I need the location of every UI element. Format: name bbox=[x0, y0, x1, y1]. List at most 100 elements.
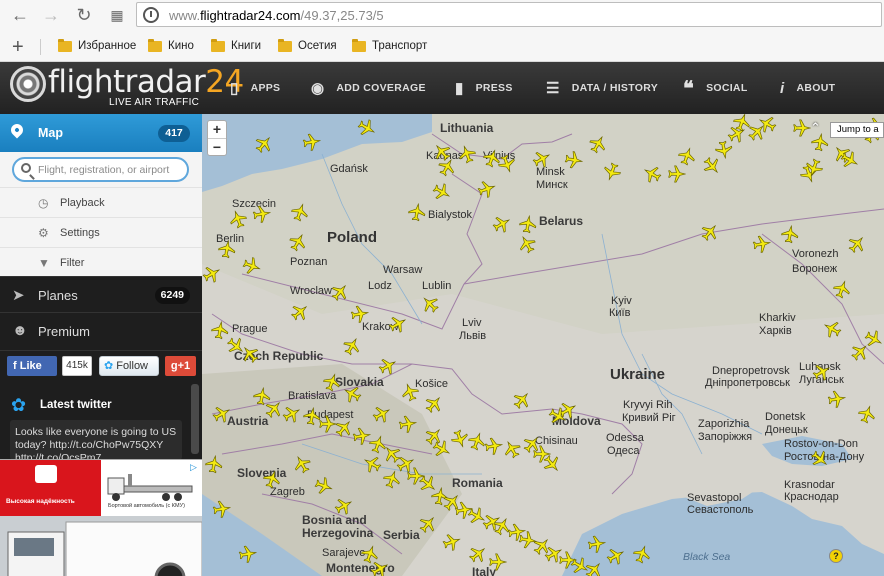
map-label: Dnepropetrovsk bbox=[712, 365, 790, 377]
bookmark-folder[interactable]: Кино bbox=[148, 38, 194, 52]
map-label: Italy bbox=[472, 565, 496, 576]
search-input[interactable] bbox=[38, 161, 186, 179]
map-label: Одеса bbox=[607, 445, 640, 457]
sidebar-item-premium[interactable]: ☻ Premium bbox=[0, 312, 202, 348]
map-label: Krasnodar bbox=[784, 479, 835, 491]
address-bar[interactable]: www.flightradar24.com/49.37,25.73/5 bbox=[136, 2, 882, 27]
filter-icon: ▼ bbox=[38, 256, 50, 270]
collapse-chevron-icon[interactable]: ⌃ bbox=[810, 120, 821, 136]
map-label: Poland bbox=[327, 229, 377, 246]
map-label: Herzegovina bbox=[302, 526, 374, 540]
folder-icon bbox=[211, 38, 225, 52]
map-label: Black Sea bbox=[683, 551, 730, 563]
map-label: Sevastopol bbox=[687, 492, 741, 504]
bookmark-folder[interactable]: Транспорт bbox=[352, 38, 427, 52]
map-label: Gdańsk bbox=[330, 163, 368, 175]
nav-apps[interactable]: ▯ APPS bbox=[230, 62, 280, 114]
map-label: Запоріжжя bbox=[698, 431, 752, 443]
map-label: Serbia bbox=[383, 528, 420, 542]
twitter-follow-button[interactable]: ✿ Follow bbox=[99, 356, 159, 376]
map-label: Львів bbox=[459, 330, 486, 342]
phone-icon: ▯ bbox=[230, 80, 239, 97]
nav-add-coverage[interactable]: ◉ ADD COVERAGE bbox=[311, 62, 426, 114]
cursor-arrow-icon: ➤ bbox=[12, 287, 25, 304]
map-label: Kryvyi Rih bbox=[623, 399, 673, 411]
sidebar-item-map[interactable]: Map 417 bbox=[0, 114, 202, 152]
reload-icon[interactable]: ↻ bbox=[73, 5, 95, 25]
bookmark-folder[interactable]: Осетия bbox=[278, 38, 337, 52]
bookmarks-bar: + Избранное Кино Книги Осетия Транспорт bbox=[0, 33, 884, 61]
map-label: Poznan bbox=[290, 256, 327, 268]
map-label: Wroclaw bbox=[290, 285, 332, 297]
advertisement-banner[interactable]: Высокая надёжность Бортовой автомобиль (… bbox=[0, 459, 202, 576]
map-label: Chisinau bbox=[535, 435, 578, 447]
facebook-like-count: 415k bbox=[62, 356, 92, 376]
site-logo[interactable]: flightradar24 bbox=[48, 64, 244, 100]
google-plus-button[interactable]: g+1 bbox=[165, 356, 196, 376]
brand-logo bbox=[35, 465, 57, 483]
map-label: Donetsk bbox=[765, 411, 806, 423]
map-label: Севастополь bbox=[687, 504, 754, 516]
sidebar-scrollbar[interactable] bbox=[191, 384, 199, 454]
map-label: Краснодар bbox=[784, 491, 839, 503]
map-label: Lodz bbox=[368, 280, 392, 292]
page-info-icon[interactable] bbox=[143, 7, 159, 23]
sidebar-item-settings[interactable]: ⚙ Settings bbox=[0, 217, 202, 247]
nav-data-history[interactable]: ☰ DATA / HISTORY bbox=[546, 62, 658, 114]
bookmark-folder[interactable]: Избранное bbox=[58, 38, 136, 52]
sidebar-item-playback[interactable]: ◷ Playback bbox=[0, 187, 202, 217]
speech-bubble-icon: ▮ bbox=[455, 80, 464, 97]
map-canvas[interactable]: LithuaniaKaunasVilniusMinskМинскGdańskSz… bbox=[202, 114, 884, 576]
map-label: Warsaw bbox=[383, 264, 422, 276]
jump-to-button[interactable]: Jump to a bbox=[830, 122, 884, 138]
help-icon[interactable]: ? bbox=[829, 549, 843, 563]
map-label: Sarajevo bbox=[322, 547, 365, 559]
map-label: Romania bbox=[452, 476, 503, 490]
flight-map[interactable]: LithuaniaKaunasVilniusMinskМинскGdańskSz… bbox=[202, 114, 884, 576]
nav-about[interactable]: i ABOUT bbox=[780, 62, 835, 114]
sidebar-item-planes[interactable]: ➤ Planes 6249 bbox=[0, 276, 202, 312]
search-field[interactable] bbox=[12, 157, 189, 182]
map-label: Belarus bbox=[539, 214, 583, 228]
box-truck-image bbox=[0, 516, 202, 576]
map-label: Bialystok bbox=[428, 209, 473, 221]
browser-toolbar: ← → ↻ ▦ www.flightradar24.com/49.37,25.7… bbox=[0, 0, 884, 62]
ad-info-icon[interactable]: ▷ bbox=[190, 462, 197, 473]
bookmark-folder[interactable]: Книги bbox=[211, 38, 261, 52]
map-label: Slovenia bbox=[237, 466, 287, 480]
twitter-bird-icon: ✿ bbox=[11, 395, 27, 415]
radar-logo-icon[interactable] bbox=[10, 66, 46, 102]
zoom-out-button[interactable]: − bbox=[208, 138, 226, 155]
map-label: Кривий Ріг bbox=[622, 412, 676, 424]
map-pin-icon bbox=[8, 121, 26, 139]
nav-press[interactable]: ▮ PRESS bbox=[455, 62, 513, 114]
gear-icon: ⚙ bbox=[38, 226, 49, 240]
map-label: Austria bbox=[227, 414, 269, 428]
add-bookmark-icon[interactable]: + bbox=[12, 36, 24, 59]
back-icon[interactable]: ← bbox=[9, 5, 31, 25]
facebook-like-button[interactable]: f Like bbox=[7, 356, 57, 376]
map-label: Minsk bbox=[536, 166, 565, 178]
zoom-control[interactable]: + − bbox=[207, 120, 227, 156]
map-label: Воронеж bbox=[792, 263, 838, 275]
map-label: Zaporizhia bbox=[698, 418, 750, 430]
apps-grid-icon[interactable]: ▦ bbox=[106, 5, 128, 25]
map-label: Slovakia bbox=[335, 375, 384, 389]
nav-social[interactable]: ❝ SOCIAL bbox=[683, 62, 748, 114]
info-icon: i bbox=[780, 79, 785, 97]
map-label: Prague bbox=[232, 323, 267, 335]
search-icon bbox=[21, 163, 31, 173]
map-label: Lithuania bbox=[440, 121, 494, 135]
forward-icon[interactable]: → bbox=[40, 5, 62, 25]
map-label: Košice bbox=[415, 378, 448, 390]
url-text[interactable]: www.flightradar24.com/49.37,25.73/5 bbox=[169, 8, 384, 23]
map-count-badge: 417 bbox=[158, 125, 190, 142]
tweet-text[interactable]: Looks like everyone is going to US today… bbox=[10, 420, 182, 460]
sidebar-item-filter[interactable]: ▼ Filter bbox=[0, 247, 202, 277]
map-label: Луганськ bbox=[799, 374, 844, 386]
eye-icon: ◉ bbox=[311, 80, 325, 97]
map-label: Zagreb bbox=[270, 486, 305, 498]
map-label: Bosnia and bbox=[302, 513, 367, 527]
zoom-in-button[interactable]: + bbox=[208, 121, 226, 138]
map-label: Kharkiv bbox=[759, 312, 796, 324]
